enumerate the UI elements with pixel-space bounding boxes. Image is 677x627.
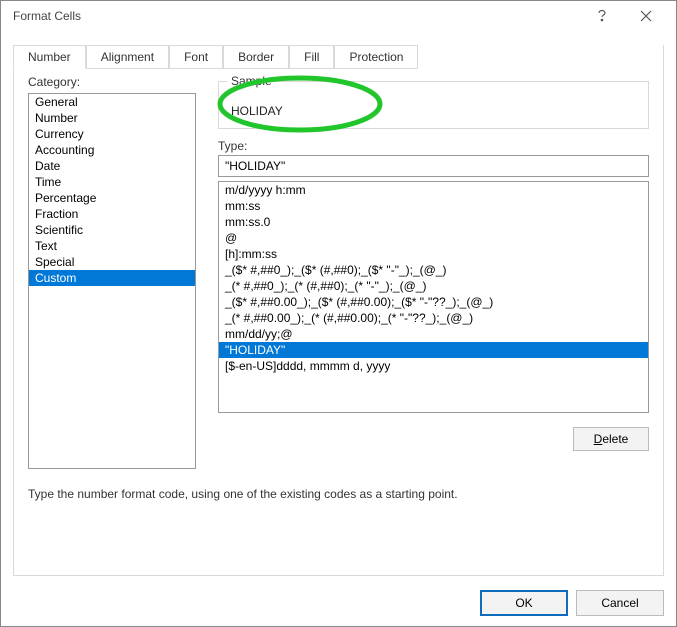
help-button[interactable] <box>580 1 624 31</box>
category-item[interactable]: Accounting <box>29 142 195 158</box>
ok-button[interactable]: OK <box>480 590 568 616</box>
format-item[interactable]: @ <box>219 230 648 246</box>
delete-rest: elete <box>602 432 628 446</box>
sample-legend: Sample <box>227 74 276 88</box>
delete-mnemonic: D <box>594 432 603 446</box>
type-input[interactable] <box>218 155 649 177</box>
type-label: Type: <box>218 139 247 153</box>
format-item[interactable]: [$-en-US]dddd, mmmm d, yyyy <box>219 358 648 374</box>
cancel-button[interactable]: Cancel <box>576 590 664 616</box>
format-item[interactable]: m/d/yyyy h:mm <box>219 182 648 198</box>
category-item[interactable]: Fraction <box>29 206 195 222</box>
tab-fill[interactable]: Fill <box>289 45 334 69</box>
format-item[interactable]: _($* #,##0.00_);_($* (#,##0.00);_($* "-"… <box>219 294 648 310</box>
category-item[interactable]: Special <box>29 254 195 270</box>
category-item[interactable]: Percentage <box>29 190 195 206</box>
titlebar: Format Cells <box>1 1 676 31</box>
category-item[interactable]: Date <box>29 158 195 174</box>
category-item[interactable]: Currency <box>29 126 195 142</box>
format-item[interactable]: _($* #,##0_);_($* (#,##0);_($* "-"_);_(@… <box>219 262 648 278</box>
category-item[interactable]: Scientific <box>29 222 195 238</box>
close-button[interactable] <box>624 1 668 31</box>
format-item[interactable]: _(* #,##0_);_(* (#,##0);_(* "-"_);_(@_) <box>219 278 648 294</box>
category-item[interactable]: General <box>29 94 195 110</box>
tab-number[interactable]: Number <box>13 45 86 69</box>
sample-value: HOLIDAY <box>231 104 283 118</box>
category-label: Category: <box>28 75 80 89</box>
format-item[interactable]: mm/dd/yy;@ <box>219 326 648 342</box>
category-item[interactable]: Number <box>29 110 195 126</box>
tab-strip: Number Alignment Font Border Fill Protec… <box>13 45 664 69</box>
format-item[interactable]: mm:ss.0 <box>219 214 648 230</box>
delete-button[interactable]: Delete <box>573 427 649 451</box>
window-title: Format Cells <box>13 9 580 23</box>
category-item[interactable]: Text <box>29 238 195 254</box>
category-list[interactable]: General Number Currency Accounting Date … <box>28 93 196 469</box>
format-item[interactable]: mm:ss <box>219 198 648 214</box>
sample-groupbox: Sample HOLIDAY <box>218 81 649 129</box>
category-item-custom[interactable]: Custom <box>29 270 195 286</box>
category-item[interactable]: Time <box>29 174 195 190</box>
tab-font[interactable]: Font <box>169 45 223 69</box>
tab-protection[interactable]: Protection <box>334 45 418 69</box>
format-item[interactable]: [h]:mm:ss <box>219 246 648 262</box>
dialog-body: Category: General Number Currency Accoun… <box>13 45 664 576</box>
format-list[interactable]: m/d/yyyy h:mm mm:ss mm:ss.0 @ [h]:mm:ss … <box>218 181 649 413</box>
format-item[interactable]: _(* #,##0.00_);_(* (#,##0.00);_(* "-"??_… <box>219 310 648 326</box>
tab-border[interactable]: Border <box>223 45 289 69</box>
hint-text: Type the number format code, using one o… <box>28 487 458 501</box>
dialog-footer: OK Cancel <box>480 590 664 616</box>
format-item-selected[interactable]: "HOLIDAY" <box>219 342 648 358</box>
tab-alignment[interactable]: Alignment <box>86 45 169 69</box>
